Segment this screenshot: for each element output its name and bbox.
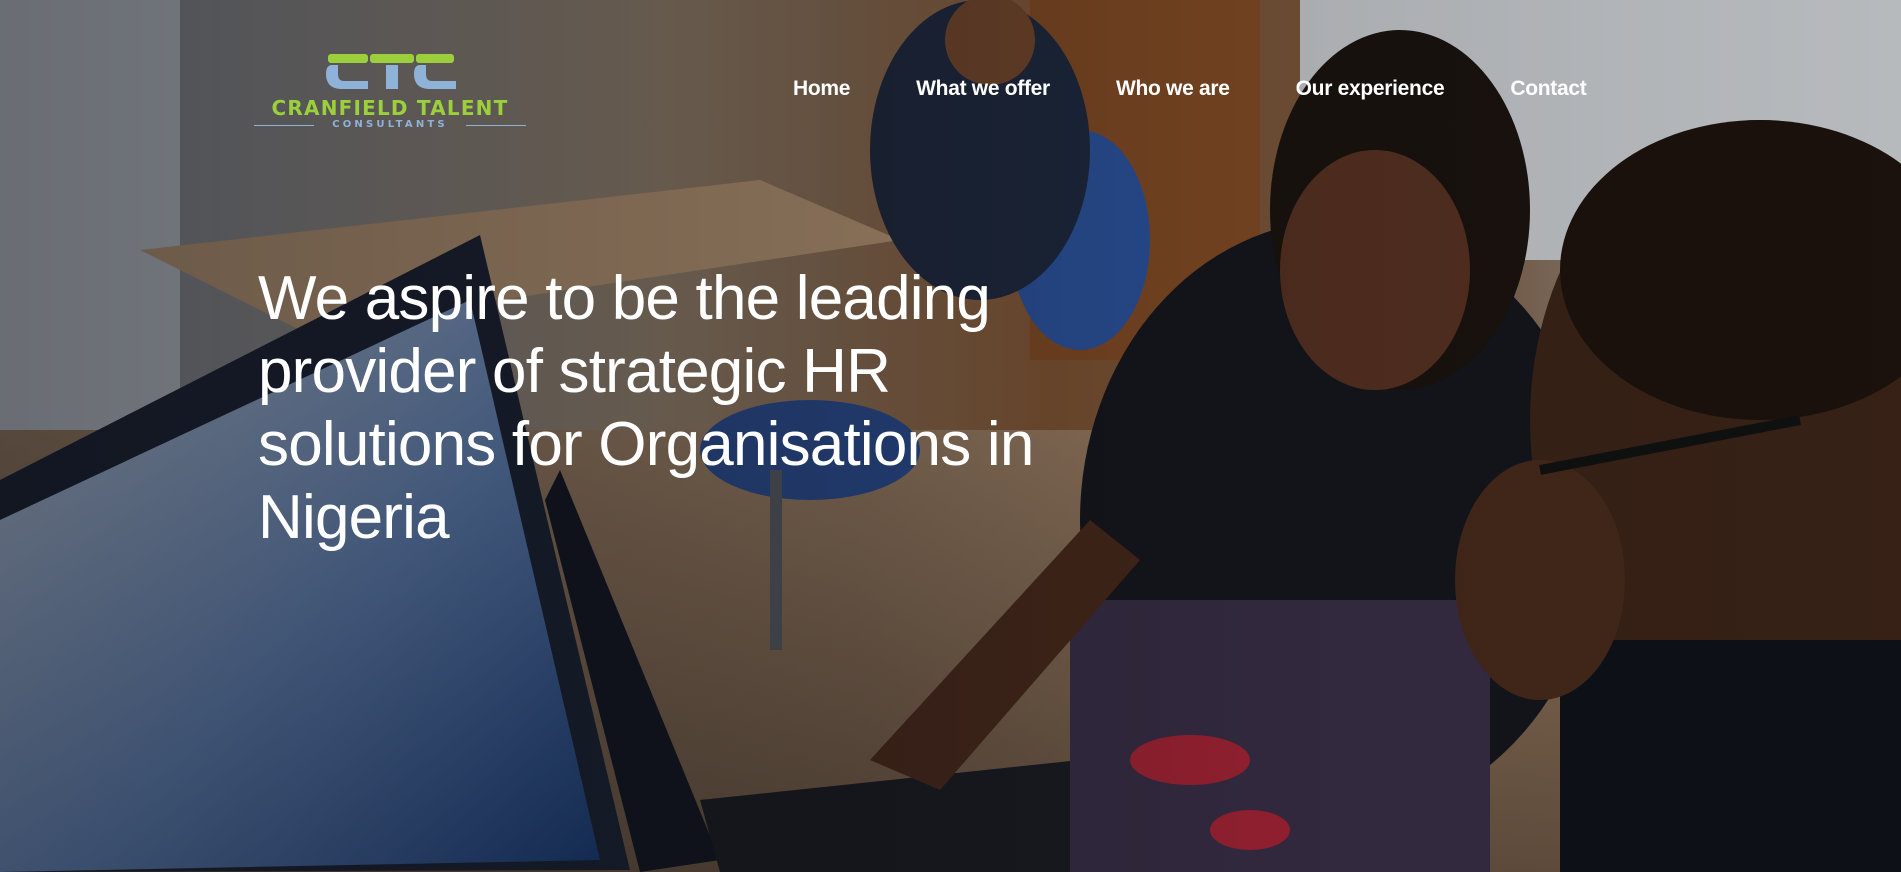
- logo-company-name: CRANFIELD TALENT: [271, 96, 509, 120]
- nav-contact-link[interactable]: Contact: [1510, 77, 1586, 101]
- hero-heading-line: We aspire to be the leading: [258, 264, 991, 333]
- site-header: CRANFIELD TALENT CONSULTANTS Home What w…: [0, 0, 1901, 140]
- nav-who-we-are-link[interactable]: Who we are: [1116, 77, 1230, 101]
- hero-heading-line: Nigeria: [258, 483, 450, 552]
- hero-heading-line: provider of strategic HR: [258, 337, 891, 406]
- hero-section: CRANFIELD TALENT CONSULTANTS Home What w…: [0, 0, 1901, 872]
- nav-our-experience-link[interactable]: Our experience: [1296, 77, 1445, 101]
- hero-heading: We aspire to be the leading provider of …: [258, 262, 1158, 554]
- main-navigation: Home What we offer Who we are Our experi…: [760, 77, 1619, 101]
- company-logo[interactable]: CRANFIELD TALENT CONSULTANTS: [252, 52, 528, 132]
- logo-divider-right: [466, 125, 526, 126]
- ctc-monogram-icon: [326, 54, 456, 89]
- nav-what-we-offer-link[interactable]: What we offer: [916, 77, 1050, 101]
- hero-heading-line: solutions for Organisations in: [258, 410, 1034, 479]
- nav-home-link[interactable]: Home: [793, 77, 850, 101]
